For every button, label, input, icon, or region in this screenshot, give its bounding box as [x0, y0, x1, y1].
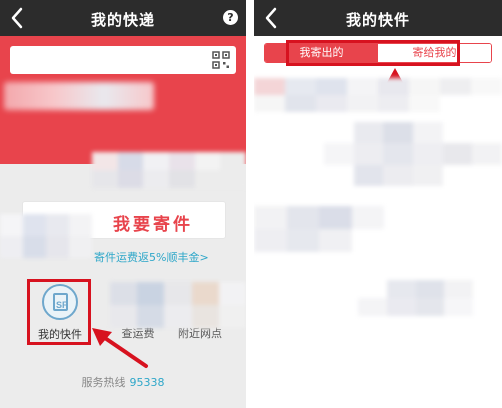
blurred-banner: [92, 152, 246, 188]
send-parcel-label: 我要寄件: [113, 215, 193, 235]
blurred-list-item: [324, 122, 502, 186]
annotation-arrow: [92, 328, 148, 368]
tracking-number-input[interactable]: [10, 46, 236, 74]
scan-code-icon[interactable]: [212, 51, 230, 69]
annotation-highlight-box: [27, 279, 91, 345]
top-bar: 我的快件: [254, 0, 502, 36]
blurred-list-item: [358, 280, 502, 316]
promo-link[interactable]: 寄件运费返5%顺丰金>: [94, 249, 209, 265]
annotation-highlight-box: [286, 40, 460, 66]
blurred-region: [4, 82, 154, 110]
hotline-label: 服务热线: [81, 376, 126, 389]
blurred-list-item: [254, 206, 384, 252]
help-icon[interactable]: ?: [223, 10, 238, 25]
top-bar: 我的快递 ?: [0, 0, 246, 36]
my-express-screen: 我的快递 ? 我要寄件 寄件运费返5%顺丰金> SF 我的快件 查运费 附近网点…: [0, 0, 246, 408]
my-parcels-screen: 我的快件 我寄出的 寄给我的: [254, 0, 502, 408]
service-hotline: 服务热线 95338: [0, 374, 246, 390]
page-title: 我的快件: [345, 11, 410, 29]
blurred-region: [0, 214, 92, 258]
hotline-number[interactable]: 95338: [130, 376, 165, 389]
page-title: 我的快递: [90, 11, 155, 29]
blurred-list-item: [254, 78, 502, 112]
